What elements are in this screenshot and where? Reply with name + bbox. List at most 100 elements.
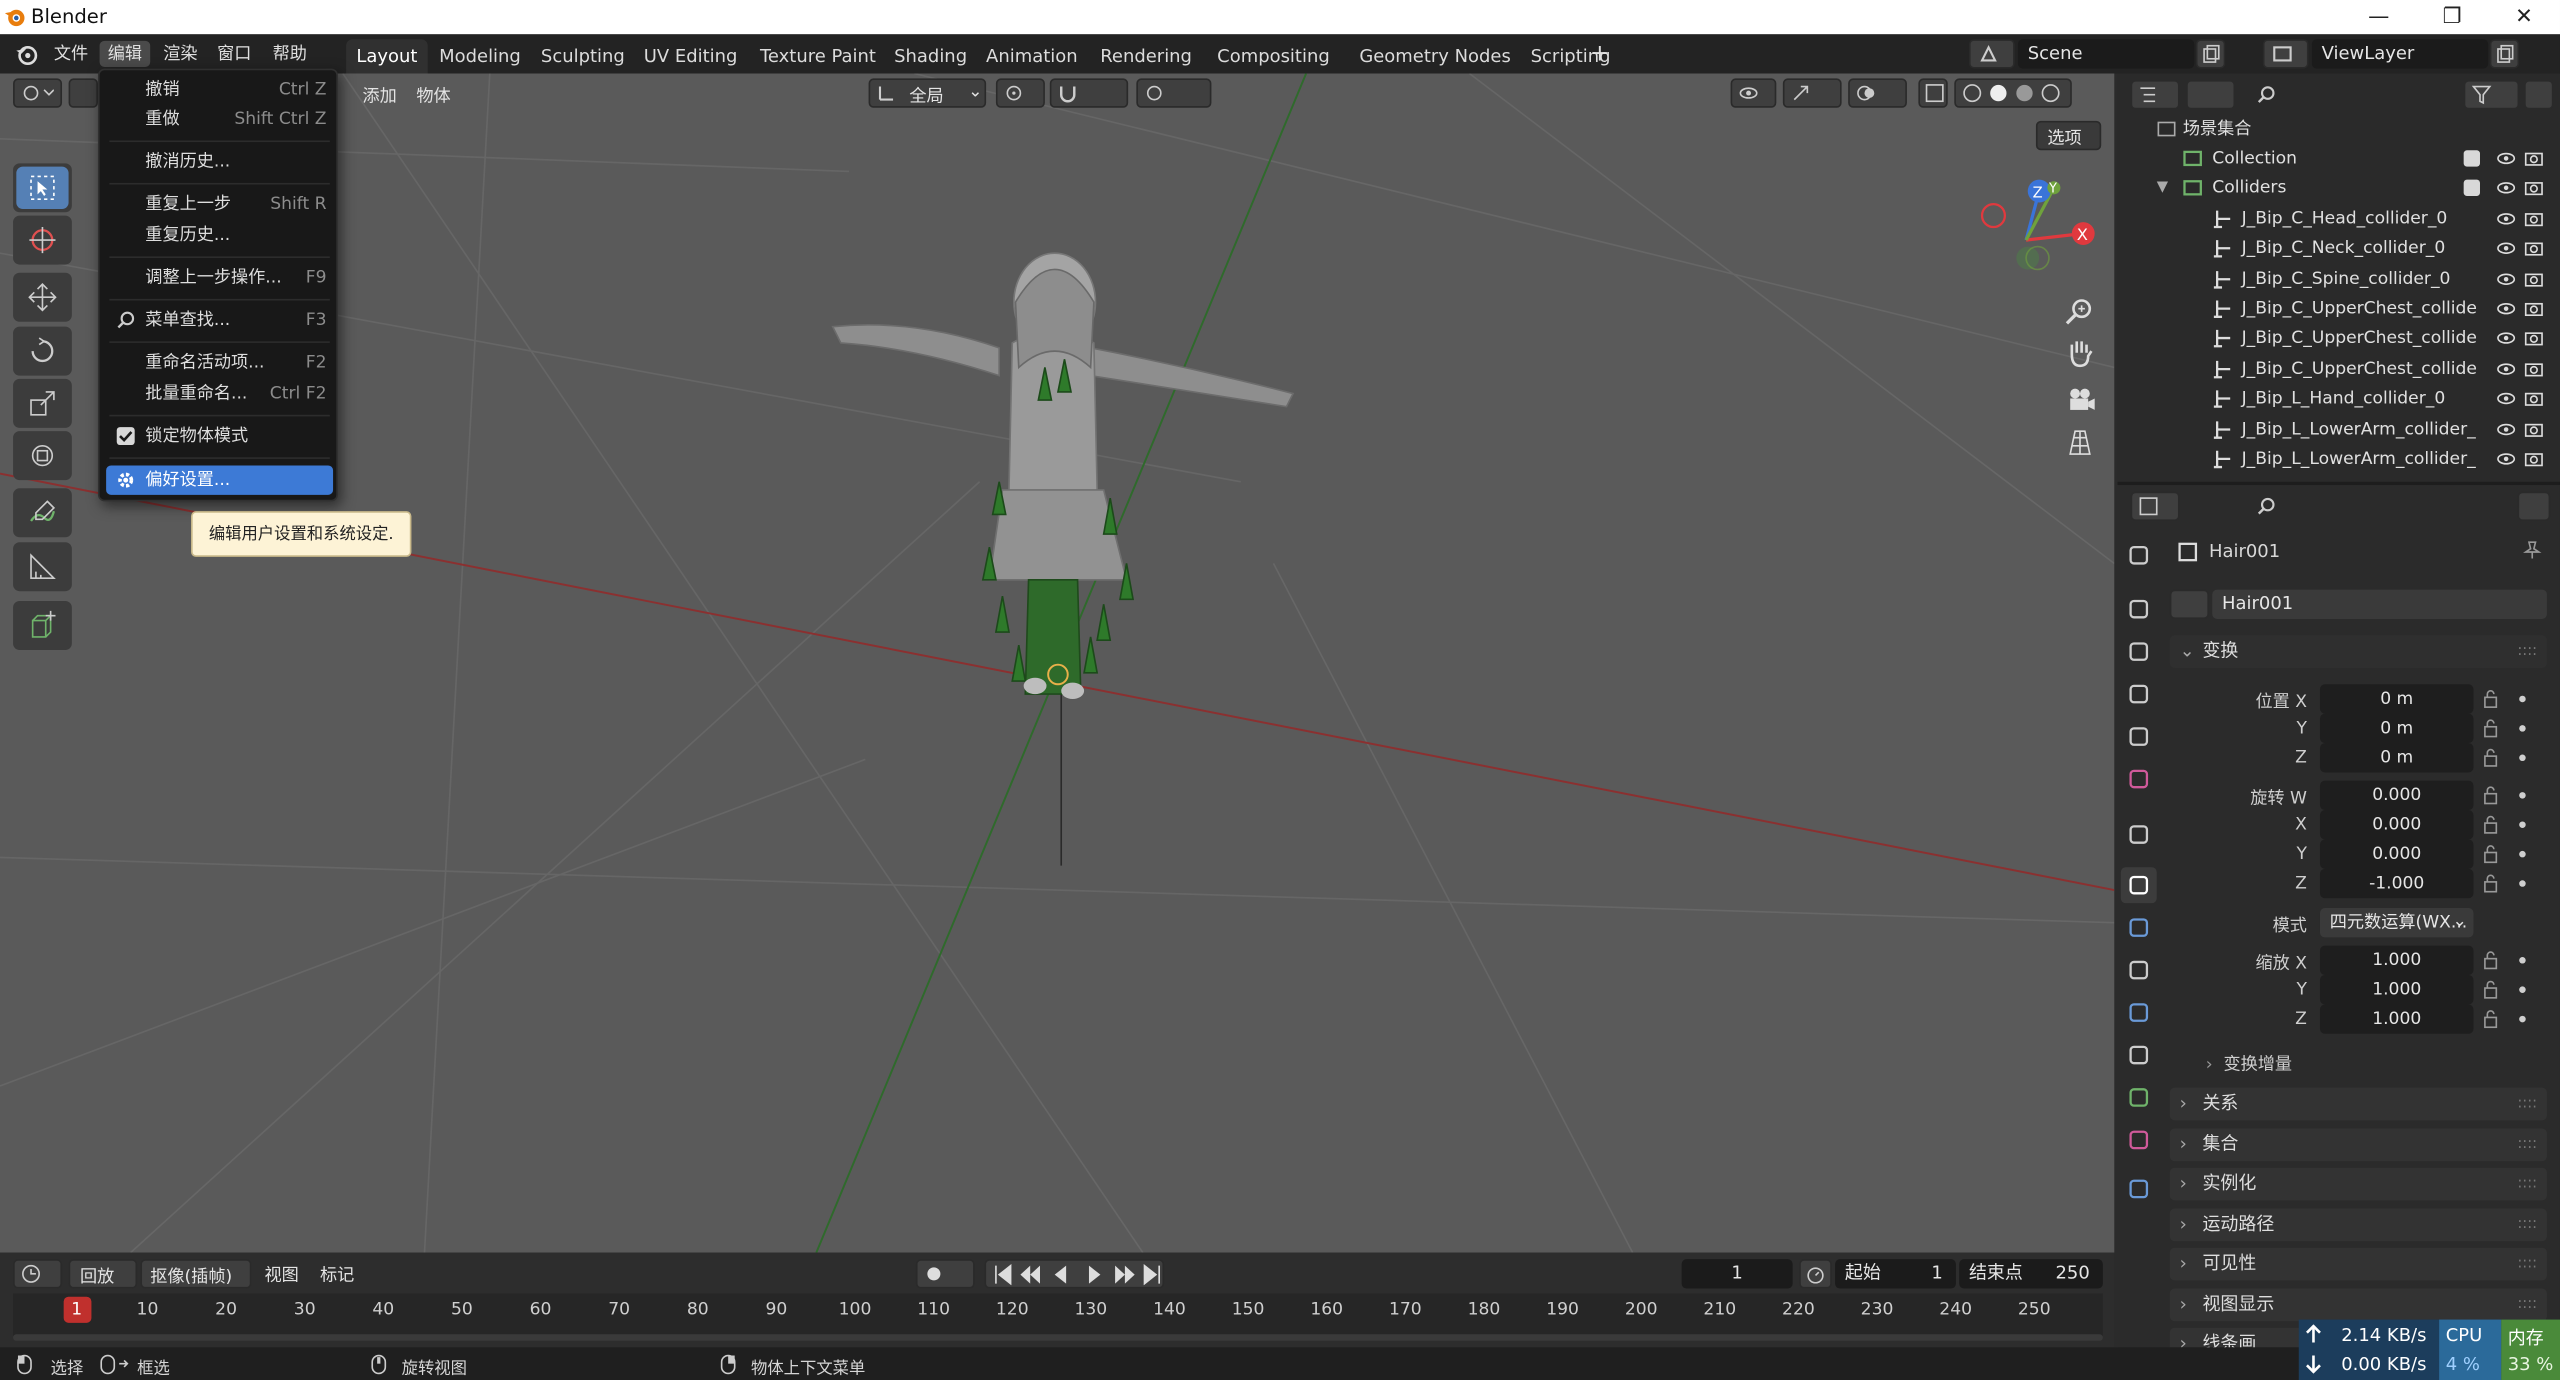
lock-icon[interactable] — [2483, 1009, 2501, 1029]
drag-handle-icon[interactable]: :::: — [2517, 1288, 2537, 1321]
menu-item-repeat-last[interactable]: 重复上一步 Shift R — [106, 189, 333, 218]
snap-button[interactable] — [1049, 78, 1129, 108]
transform-panel-header[interactable]: ⌄ 变换:::: — [2169, 635, 2547, 668]
move-tool[interactable] — [13, 272, 72, 322]
rotation-y-field[interactable]: 0.000 — [2319, 839, 2474, 869]
keyframe-dot[interactable] — [2519, 754, 2526, 762]
tab-sculpting[interactable]: Sculpting — [532, 39, 633, 73]
transform-tool[interactable] — [13, 431, 72, 481]
drag-handle-icon[interactable]: :::: — [2517, 1248, 2537, 1281]
menu-window[interactable]: 窗口 — [209, 41, 260, 67]
menu-render[interactable]: 渲染 — [155, 41, 206, 67]
outliner-object-row[interactable]: J_Bip_C_UpperChest_collide — [2118, 294, 2560, 323]
panel-header[interactable]: › 集合:::: — [2169, 1127, 2547, 1161]
render-camera-icon[interactable] — [2524, 391, 2544, 407]
tool-tab-icon[interactable] — [2121, 537, 2157, 573]
menu-item-repeat-history[interactable]: 重复历史... — [106, 220, 333, 249]
cursor-tool[interactable] — [13, 215, 72, 265]
outliner-editor-type-button[interactable] — [2130, 80, 2180, 110]
eye-icon[interactable] — [2496, 421, 2516, 437]
scale-z-field[interactable]: 1.000 — [2319, 1004, 2474, 1034]
lock-icon[interactable] — [2483, 748, 2501, 768]
outliner-collection-row[interactable]: ▼ Colliders — [2118, 174, 2560, 203]
pivot-point-button[interactable] — [995, 78, 1045, 108]
drag-handle-icon[interactable]: :::: — [2517, 1128, 2537, 1161]
location-x-field[interactable]: 0 m — [2319, 684, 2474, 714]
select-tool-active[interactable] — [16, 166, 69, 210]
display-mode-button[interactable] — [2186, 80, 2236, 110]
start-frame-field[interactable]: 起始 1 — [1835, 1259, 1956, 1289]
playback-menu[interactable]: 回放 — [68, 1259, 138, 1289]
tab-texture-paint[interactable]: Texture Paint — [748, 39, 888, 73]
properties-editor-type-button[interactable] — [2130, 491, 2180, 521]
rotation-w-field[interactable]: 0.000 — [2319, 780, 2474, 811]
scene-name-field[interactable]: Scene — [2017, 39, 2195, 69]
panel-header[interactable]: › 运动路径:::: — [2169, 1207, 2547, 1241]
render-camera-icon[interactable] — [2524, 180, 2544, 196]
drag-handle-icon[interactable]: :::: — [2517, 1168, 2537, 1201]
outliner-object-row[interactable]: J_Bip_L_LowerArm_collider_ — [2118, 414, 2560, 443]
menu-item-adjust-last[interactable]: 调整上一步操作... F9 — [106, 263, 333, 292]
collection-tab-icon[interactable] — [2121, 817, 2157, 853]
new-scene-button[interactable] — [2195, 39, 2226, 69]
outliner-object-row[interactable]: J_Bip_L_Hand_collider_0 — [2118, 384, 2560, 413]
outliner-object-row[interactable]: J_Bip_L_LowerArm_collider_ — [2118, 444, 2560, 473]
keyframe-dot[interactable] — [2519, 880, 2526, 887]
preview-range-button[interactable] — [1799, 1259, 1832, 1289]
lock-icon[interactable] — [2483, 786, 2501, 806]
measure-tool[interactable] — [13, 542, 72, 592]
viewlayer-name-field[interactable]: ViewLayer — [2311, 39, 2489, 69]
lock-icon[interactable] — [2483, 689, 2501, 709]
add-workspace-button[interactable]: + — [1582, 41, 1617, 67]
material-tab-icon[interactable] — [2121, 1122, 2157, 1158]
menu-item-undo-history[interactable]: 撤消历史... — [106, 147, 333, 176]
current-frame-field[interactable]: 1 — [1681, 1259, 1793, 1289]
tab-animation[interactable]: Animation — [973, 39, 1091, 73]
scale-y-field[interactable]: 1.000 — [2319, 974, 2474, 1005]
lock-icon[interactable] — [2483, 980, 2501, 1000]
location-z-field[interactable]: 0 m — [2319, 743, 2474, 773]
end-frame-field[interactable]: 结束点 250 — [1959, 1259, 2103, 1289]
tab-uv-editing[interactable]: UV Editing — [635, 39, 746, 73]
keyframe-dot[interactable] — [2519, 821, 2526, 829]
timeline-editor-type-button[interactable] — [13, 1259, 63, 1289]
navigation-gizmo[interactable]: X Z Y — [1972, 171, 2103, 285]
lock-icon[interactable] — [2483, 874, 2501, 894]
scene-browse-button[interactable] — [1968, 39, 2015, 69]
eye-icon[interactable] — [2496, 240, 2516, 256]
render-camera-icon[interactable] — [2524, 150, 2544, 166]
timeline-view-menu[interactable]: 视图 — [264, 1262, 298, 1286]
viewlayer-browse-button[interactable] — [2262, 39, 2309, 69]
eye-icon[interactable] — [2496, 150, 2516, 166]
tab-shading[interactable]: Shading — [890, 39, 972, 73]
pan-hand-icon[interactable] — [2062, 335, 2098, 371]
render-camera-icon[interactable] — [2524, 361, 2544, 377]
object-browse-button[interactable] — [2169, 589, 2209, 619]
shading-mode-group[interactable] — [1954, 78, 2072, 108]
menu-edit[interactable]: 编辑 — [99, 40, 151, 67]
panel-header[interactable]: › 视图显示:::: — [2169, 1287, 2547, 1321]
tab-compositing[interactable]: Compositing — [1202, 39, 1346, 73]
zoom-icon[interactable] — [2062, 294, 2098, 330]
new-collection-button[interactable] — [2524, 80, 2554, 110]
eye-icon[interactable] — [2496, 391, 2516, 407]
render-camera-icon[interactable] — [2524, 451, 2544, 467]
output-tab-icon[interactable] — [2121, 634, 2157, 670]
render-tab-icon[interactable] — [2121, 591, 2157, 627]
panel-header[interactable]: › 可见性:::: — [2169, 1247, 2547, 1281]
gizmo-toggle-button[interactable] — [1782, 78, 1842, 108]
eye-icon[interactable] — [2496, 300, 2516, 316]
exclude-checkbox[interactable] — [2463, 180, 2480, 197]
outliner-collection-row[interactable]: Collection — [2118, 144, 2560, 173]
outliner-scene-collection[interactable]: 场景集合 — [2118, 114, 2560, 143]
add-cube-tool[interactable] — [13, 600, 72, 650]
world-tab-icon[interactable] — [2121, 761, 2157, 797]
pin-icon[interactable] — [2522, 541, 2542, 561]
drag-handle-icon[interactable]: :::: — [2517, 1088, 2537, 1121]
keyframe-dot[interactable] — [2519, 957, 2526, 964]
delta-transform-subpanel[interactable]: › 变换增量 — [2206, 1052, 2292, 1076]
modifier-tab-icon[interactable] — [2121, 910, 2157, 946]
tab-modeling[interactable]: Modeling — [429, 39, 530, 73]
rotation-z-field[interactable]: -1.000 — [2319, 868, 2474, 899]
rotation-x-field[interactable]: 0.000 — [2319, 810, 2474, 840]
